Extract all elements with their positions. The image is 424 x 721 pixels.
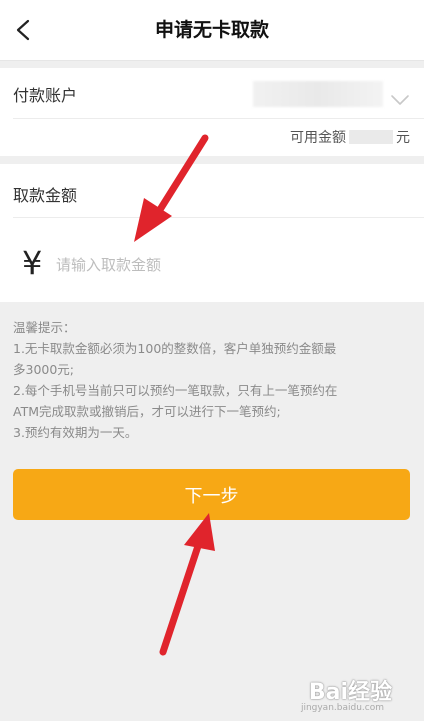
divider (13, 217, 424, 218)
amount-label: 取款金额 (13, 186, 78, 205)
amount-card: 取款金额 (0, 164, 424, 302)
tips-line: 多3000元; (13, 362, 75, 377)
tips-section: 温馨提示： 1.无卡取款金额必须为100的整数倍，客户单独预约金额最 多3000… (13, 317, 413, 443)
currency-symbol: ¥ (22, 244, 43, 282)
chevron-down-icon[interactable] (390, 93, 410, 107)
back-chevron-icon[interactable] (6, 12, 42, 48)
tips-line: 1.无卡取款金额必须为100的整数倍，客户单独预约金额最 (13, 341, 337, 356)
tips-title: 温馨提示： (13, 320, 76, 335)
arrow-to-button-icon (159, 513, 215, 656)
watermark-url: jingyan.baidu.com (300, 703, 384, 713)
watermark-logo: Bai经验 (308, 680, 392, 705)
available-amount-masked (349, 130, 393, 144)
available-balance: 可用金额 元 (290, 127, 410, 147)
tips-line: 2.每个手机号当前只可以预约一笔取款，只有上一笔预约在 (13, 383, 338, 398)
next-step-button[interactable]: 下一步 (13, 469, 410, 520)
available-unit: 元 (396, 130, 410, 146)
account-number-masked[interactable] (253, 81, 383, 107)
page-title: 申请无卡取款 (154, 19, 269, 41)
nav-bar: 申请无卡取款 (0, 0, 424, 61)
divider (13, 118, 424, 119)
account-label: 付款账户 (13, 86, 78, 105)
tips-line: ATM完成取款或撤销后，才可以进行下一笔预约; (13, 404, 281, 419)
available-label: 可用金额 (290, 130, 346, 146)
amount-input[interactable] (56, 251, 376, 279)
tips-line: 3.预约有效期为一天。 (13, 425, 138, 440)
